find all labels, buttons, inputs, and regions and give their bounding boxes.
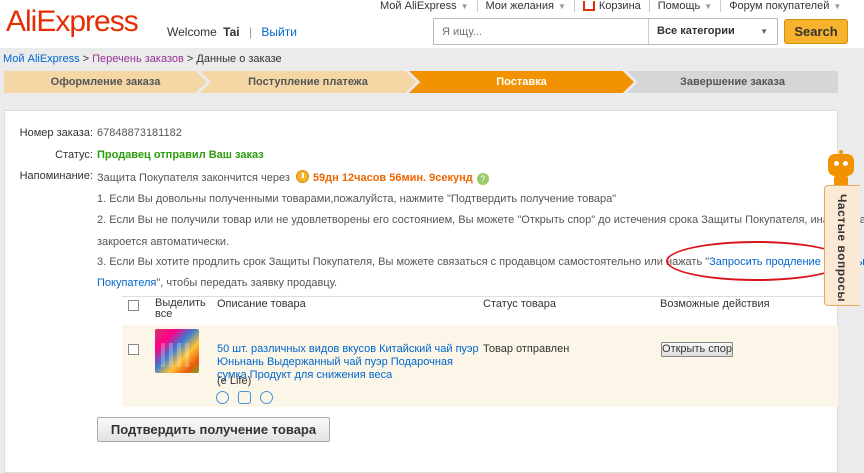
breadcrumb-orders[interactable]: Перечень заказов <box>92 53 184 65</box>
col-status: Статус товара <box>483 298 556 310</box>
nav-label: Корзина <box>598 0 641 12</box>
col-select-all: Выделить все <box>155 297 206 320</box>
step-delivery-active: Поставка <box>409 71 634 93</box>
note-2-cont: закроется автоматически. <box>97 236 230 248</box>
order-progress: Оформление заказа Поступление платежа По… <box>4 71 838 93</box>
order-number-label: Номер заказа: <box>19 127 93 139</box>
reminder-label: Напоминание: <box>19 170 93 182</box>
robot-eye <box>843 161 848 166</box>
product-thumbnail[interactable] <box>155 329 199 373</box>
product-title-link[interactable]: 50 шт. различных видов вкусов Китайский … <box>217 343 482 382</box>
request-extension-link-cont[interactable]: Покупателя <box>97 277 156 289</box>
note-1: 1. Если Вы довольны полученными товарами… <box>97 193 617 205</box>
note-2: 2. Если Вы не получили товар или не удов… <box>97 214 864 226</box>
robot-eye <box>834 161 839 166</box>
order-number: 67848873181182 <box>97 127 182 139</box>
seller-name: (e Life) <box>217 375 252 387</box>
item-status: Товар отправлен <box>483 343 570 355</box>
search-input[interactable] <box>434 19 648 44</box>
col-description: Описание товара <box>217 298 306 310</box>
reminder-value: Защита Покупателя закончится через 59дн 1… <box>97 170 489 185</box>
status-label: Статус: <box>55 149 93 161</box>
photo-icon[interactable] <box>238 391 251 404</box>
breadcrumb-separator: > <box>186 53 194 65</box>
open-dispute-button[interactable]: Открыть спор <box>661 342 733 357</box>
nav-label: Форум покупателей <box>729 0 830 12</box>
nav-cart[interactable]: Корзина <box>573 0 649 12</box>
select-all-checkbox[interactable] <box>128 300 139 311</box>
nav-my-aliexpress[interactable]: Мой AliExpress ▼ <box>372 0 477 12</box>
robot-head <box>828 154 854 176</box>
support-robot-icon[interactable] <box>826 150 856 186</box>
nav-label: Мой AliExpress <box>380 0 457 12</box>
breadcrumb: Мой AliExpress > Перечень заказов > Данн… <box>3 53 282 65</box>
alarm-icon[interactable] <box>216 391 229 404</box>
order-status: Продавец отправил Ваш заказ <box>97 149 264 161</box>
chevron-down-icon: ▼ <box>557 1 566 11</box>
chevron-down-icon: ▼ <box>460 1 469 11</box>
protection-countdown: 59дн 12часов 56мин. 9секунд <box>312 172 473 184</box>
username: Tai <box>223 25 240 39</box>
step-order-placed: Оформление заказа <box>4 71 207 93</box>
item-checkbox[interactable] <box>128 344 139 355</box>
category-select[interactable]: Все категории ▼ <box>648 19 778 44</box>
breadcrumb-current: Данные о заказе <box>196 53 282 65</box>
divider: | <box>248 25 253 39</box>
header: AliExpress Welcome Tai | Выйти Мой AliEx… <box>0 0 864 48</box>
annotation-oval <box>666 241 846 281</box>
order-details-panel: Номер заказа: 67848873181182 Статус: Про… <box>4 110 864 473</box>
top-nav: Мой AliExpress ▼ Мои желания ▼ Корзина П… <box>372 0 849 14</box>
search-button[interactable]: Search <box>784 19 848 44</box>
clock-icon <box>295 170 309 183</box>
note-3-tail: ", чтобы передать заявку продавцу. <box>156 277 338 289</box>
nav-label: Помощь <box>657 0 701 12</box>
nav-wishlist[interactable]: Мои желания ▼ <box>476 0 574 12</box>
nav-forum[interactable]: Форум покупателей ▼ <box>720 0 849 12</box>
step-completion: Завершение заказа <box>627 71 838 93</box>
faq-tab[interactable]: Частые вопросы <box>824 185 860 306</box>
item-action-icons <box>216 391 273 404</box>
welcome-text: Welcome <box>167 25 217 39</box>
nav-label: Мои желания <box>485 0 554 12</box>
col-actions: Возможные действия <box>660 298 770 310</box>
logout-link[interactable]: Выйти <box>261 25 297 39</box>
nav-help[interactable]: Помощь ▼ <box>648 0 720 12</box>
note-3-cont: Покупателя", чтобы передать заявку прода… <box>97 277 337 289</box>
step-payment: Поступление платежа <box>200 71 416 93</box>
chevron-down-icon: ▼ <box>760 27 768 36</box>
search-bar: Все категории ▼ <box>433 18 778 45</box>
breadcrumb-home[interactable]: Мой AliExpress <box>3 53 80 65</box>
note-3-text: 3. Если Вы хотите продлить срок Защиты П… <box>97 256 710 268</box>
refresh-icon[interactable] <box>260 391 273 404</box>
chevron-down-icon: ▼ <box>833 1 842 11</box>
help-icon[interactable]: ? <box>476 173 489 185</box>
chevron-down-icon: ▼ <box>704 1 713 11</box>
confirm-receipt-button[interactable]: Подтвердить получение товара <box>97 417 330 442</box>
divider <box>122 296 838 297</box>
cart-icon <box>582 1 595 11</box>
reminder-text: Защита Покупателя закончится через <box>97 172 290 184</box>
breadcrumb-separator: > <box>82 53 90 65</box>
category-label: Все категории <box>657 25 735 37</box>
aliexpress-logo[interactable]: AliExpress <box>6 5 139 39</box>
welcome-block: Welcome Tai | Выйти <box>167 25 297 39</box>
faq-label: Частые вопросы <box>835 194 849 303</box>
